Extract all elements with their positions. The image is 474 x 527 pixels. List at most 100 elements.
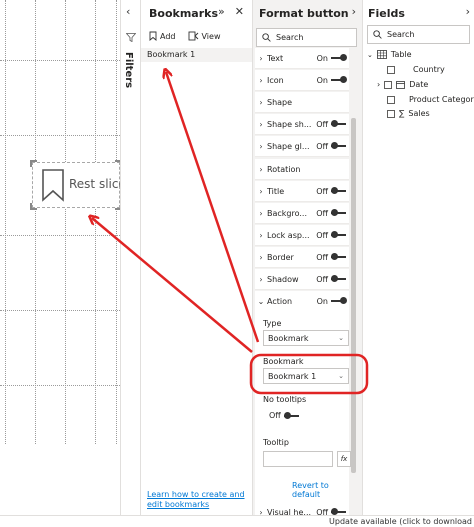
format-card-label: Title: [267, 186, 285, 196]
format-card-toggle[interactable]: Off: [316, 120, 346, 129]
button-text: Rest slicer: [69, 177, 120, 191]
format-card-label: Shape: [267, 97, 293, 107]
field-item-country[interactable]: Country: [387, 65, 445, 74]
toggle-track: [331, 275, 346, 282]
report-canvas[interactable]: Rest slicer: [0, 0, 121, 444]
tooltips-toggle[interactable]: Off: [269, 411, 299, 420]
format-card-label: Lock asp...: [267, 230, 310, 240]
format-card-toggle[interactable]: Off: [316, 253, 346, 262]
field-item-date[interactable]: › Date: [377, 80, 428, 89]
format-card-toggle[interactable]: On: [317, 297, 347, 306]
type-dropdown-value: Bookmark: [268, 333, 309, 343]
format-card-row[interactable]: › Rotation: [255, 159, 349, 180]
chevron-right-icon: ›: [259, 274, 263, 284]
filters-pane[interactable]: ‹ Filters: [121, 0, 141, 527]
bookmark-button-visual[interactable]: Rest slicer: [30, 160, 120, 210]
format-card-row[interactable]: › Shape sh... Off: [255, 114, 349, 135]
format-card-row[interactable]: ⌄ Action On: [255, 291, 349, 312]
chevron-right-icon: ›: [377, 80, 381, 89]
format-search-input[interactable]: Search: [256, 28, 357, 47]
chevron-right-icon: ›: [259, 141, 263, 151]
resize-handle[interactable]: [30, 160, 37, 167]
chevron-right-icon: ›: [259, 252, 263, 262]
canvas-gridline: [0, 60, 120, 61]
format-card-row[interactable]: › Icon On: [255, 70, 349, 91]
format-card-toggle[interactable]: Off: [316, 142, 346, 151]
toggle-state: Off: [316, 252, 328, 262]
field-checkbox[interactable]: [387, 109, 395, 118]
toggle-knob: [283, 411, 291, 419]
format-pane-nav-button[interactable]: ›: [352, 5, 356, 18]
sigma-icon: ∑: [399, 109, 405, 118]
canvas-gridline: [5, 0, 6, 444]
bookmark-dropdown-value: Bookmark 1: [268, 371, 317, 381]
type-dropdown[interactable]: Bookmark ⌄: [263, 330, 349, 346]
toggle-track: [331, 142, 346, 149]
fields-search-input[interactable]: Search: [367, 25, 470, 44]
format-card-row[interactable]: › Text On: [255, 48, 349, 69]
chevron-right-icon: ›: [259, 53, 263, 63]
format-card-label: Text: [267, 53, 284, 63]
toggle-knob: [331, 275, 338, 282]
format-card-row[interactable]: › Shadow Off: [255, 269, 349, 290]
format-card-label: Shadow: [267, 274, 299, 284]
format-card-label: Border: [267, 252, 294, 262]
resize-handle[interactable]: [30, 203, 37, 210]
fx-button[interactable]: fx: [337, 451, 351, 467]
bookmarks-close-button[interactable]: ✕: [235, 5, 244, 18]
tooltip-input[interactable]: [263, 451, 333, 467]
table-icon: [376, 50, 387, 59]
format-pane-title: Format button: [259, 7, 349, 20]
update-available-notice[interactable]: Update available (click to download: [329, 517, 472, 526]
type-label: Type: [263, 319, 282, 328]
action-card-body: Type Bookmark ⌄ Bookmark Bookmark 1 ⌄ No…: [255, 310, 351, 502]
format-card-row[interactable]: › Title Off: [255, 181, 349, 202]
view-bookmarks-button[interactable]: View: [188, 31, 220, 41]
toggle-track: [331, 508, 346, 515]
format-card-toggle[interactable]: Off: [316, 275, 346, 284]
canvas-gridline: [0, 235, 120, 236]
format-card-toggle[interactable]: Off: [316, 209, 346, 218]
bookmarks-help-link[interactable]: Learn how to create and edit bookmarks: [147, 490, 251, 510]
format-card-row[interactable]: › Shape: [255, 92, 349, 113]
fields-pane-nav-button[interactable]: ›: [466, 5, 470, 18]
field-label: Sales: [408, 109, 430, 118]
format-pane-scrollbar[interactable]: [351, 118, 356, 473]
format-card-row[interactable]: › Backgro... Off: [255, 203, 349, 224]
chevron-right-icon: ›: [259, 75, 263, 85]
revert-to-default-link[interactable]: Revert to default: [292, 481, 349, 499]
field-checkbox[interactable]: [387, 95, 395, 104]
toggle-knob: [331, 508, 338, 515]
format-card-row[interactable]: › Border Off: [255, 247, 349, 268]
format-card-toggle[interactable]: On: [317, 76, 347, 85]
canvas-gridline: [65, 0, 66, 444]
toggle-track: [331, 54, 347, 61]
field-item-sales[interactable]: ∑ Sales: [387, 109, 430, 118]
bookmark-add-icon: [149, 31, 157, 41]
add-bookmark-button[interactable]: Add: [149, 31, 176, 41]
bookmark-dropdown[interactable]: Bookmark 1 ⌄: [263, 368, 349, 384]
calendar-icon: [396, 81, 406, 89]
field-item-product-category[interactable]: Product Category: [387, 95, 474, 104]
field-checkbox[interactable]: [387, 65, 395, 74]
table-node[interactable]: ⌄ Table: [367, 50, 412, 59]
format-card-label: Action: [267, 296, 293, 306]
format-card-row[interactable]: › Lock asp... Off: [255, 225, 349, 246]
canvas-gridline: [116, 0, 117, 444]
toggle-state: Off: [316, 119, 328, 129]
chevron-right-icon: ›: [259, 208, 263, 218]
filters-expand-button[interactable]: ‹: [126, 5, 130, 18]
field-checkbox[interactable]: [384, 80, 393, 89]
format-card-row[interactable]: › Shape gl... Off: [255, 136, 349, 157]
bookmark-list-item[interactable]: Bookmark 1: [141, 48, 252, 62]
tooltips-label: No tooltips: [263, 395, 307, 404]
format-card-toggle[interactable]: Off: [316, 187, 346, 196]
status-bar: Update available (click to download: [0, 515, 474, 527]
format-card-toggle[interactable]: On: [317, 54, 347, 63]
bookmarks-header-actions: » ✕: [218, 5, 244, 18]
toggle-state: Off: [316, 230, 328, 240]
table-name: Table: [390, 50, 412, 59]
format-card-toggle[interactable]: Off: [316, 231, 346, 240]
toggle-knob: [340, 297, 347, 304]
bookmarks-expand-button[interactable]: »: [218, 5, 225, 18]
